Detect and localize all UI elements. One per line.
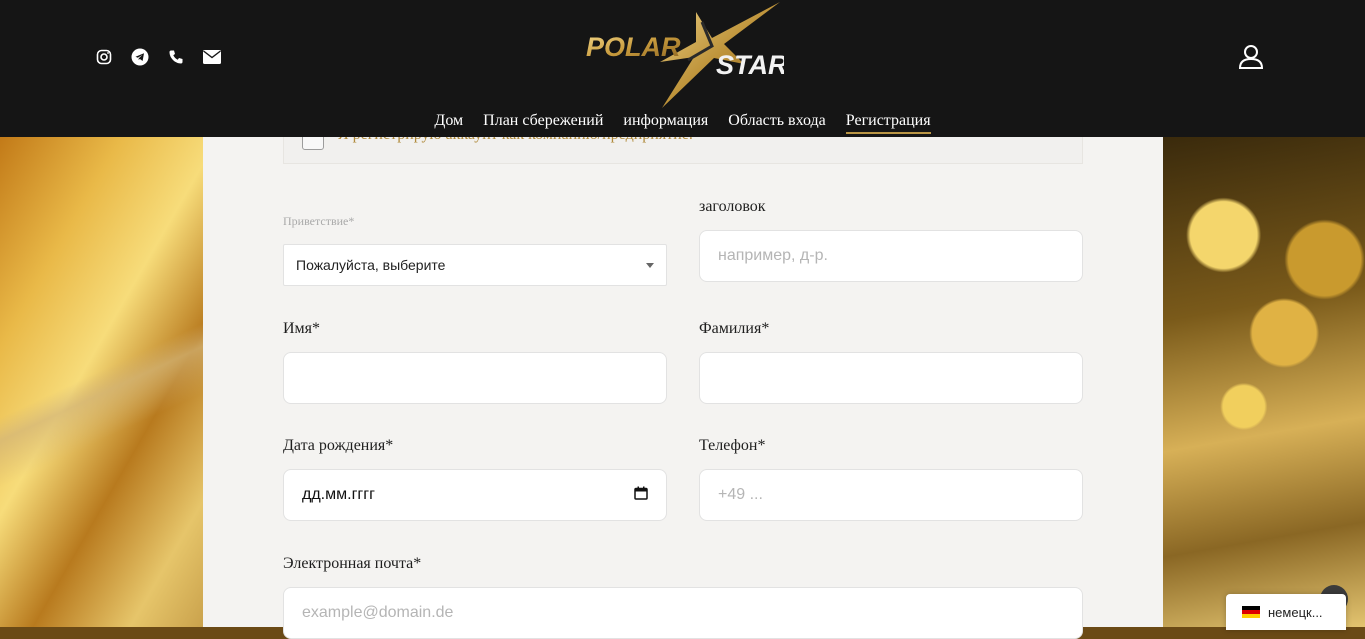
first-name-input[interactable] [283,352,667,404]
svg-text:POLAR: POLAR [586,32,681,62]
main-nav: Дом План сбережений информация Область в… [0,112,1365,134]
title-label: заголовок [699,198,766,215]
first-name-label: Имя* [283,320,321,337]
gold-background-right [1163,137,1365,627]
gold-background-left [0,137,203,627]
polar-star-logo[interactable]: POLAR STAR [584,2,788,110]
title-placeholder: например, д-р. [718,247,828,264]
last-name-label: Фамилия* [699,320,770,337]
email-label: Электронная почта* [283,555,422,572]
email-placeholder: example@domain.de [302,604,454,621]
phone-placeholder: +49 ... [718,486,763,503]
salutation-label: Приветствие* [283,214,355,228]
site-header: POLAR STAR Дом План сбережений информаци… [0,0,1365,137]
last-name-input[interactable] [699,352,1083,404]
nav-item-savings-plan[interactable]: План сбережений [483,112,603,134]
phone-label: Телефон* [699,437,766,454]
svg-text:STAR: STAR [716,50,784,80]
nav-item-information[interactable]: информация [623,112,708,134]
nav-item-login-area[interactable]: Область входа [728,112,826,134]
chevron-down-icon [646,262,654,268]
user-icon[interactable] [1238,44,1264,70]
language-selector[interactable]: немецк... [1226,594,1346,630]
registration-form-panel: Я регистрирую аккаунт как компанию/предп… [203,100,1163,639]
german-flag-icon [1242,606,1260,618]
phone-input[interactable]: +49 ... [699,469,1083,521]
title-input[interactable]: например, д-р. [699,230,1083,282]
language-label: немецк... [1268,604,1323,620]
birthdate-input[interactable]: дд.мм.гггг [283,469,667,521]
phone-icon[interactable] [167,48,185,66]
salutation-value: Пожалуйста, выберите [296,257,446,273]
instagram-icon[interactable] [95,48,113,66]
birthdate-placeholder: дд.мм.гггг [302,486,375,503]
envelope-icon[interactable] [203,48,221,66]
calendar-icon[interactable] [634,486,648,505]
telegram-icon[interactable] [131,48,149,66]
salutation-select[interactable]: Пожалуйста, выберите [283,244,667,286]
email-input[interactable]: example@domain.de [283,587,1083,639]
nav-item-home[interactable]: Дом [434,112,463,134]
nav-item-registration[interactable]: Регистрация [845,112,931,134]
social-links [95,48,221,66]
birthdate-label: Дата рождения* [283,437,394,454]
